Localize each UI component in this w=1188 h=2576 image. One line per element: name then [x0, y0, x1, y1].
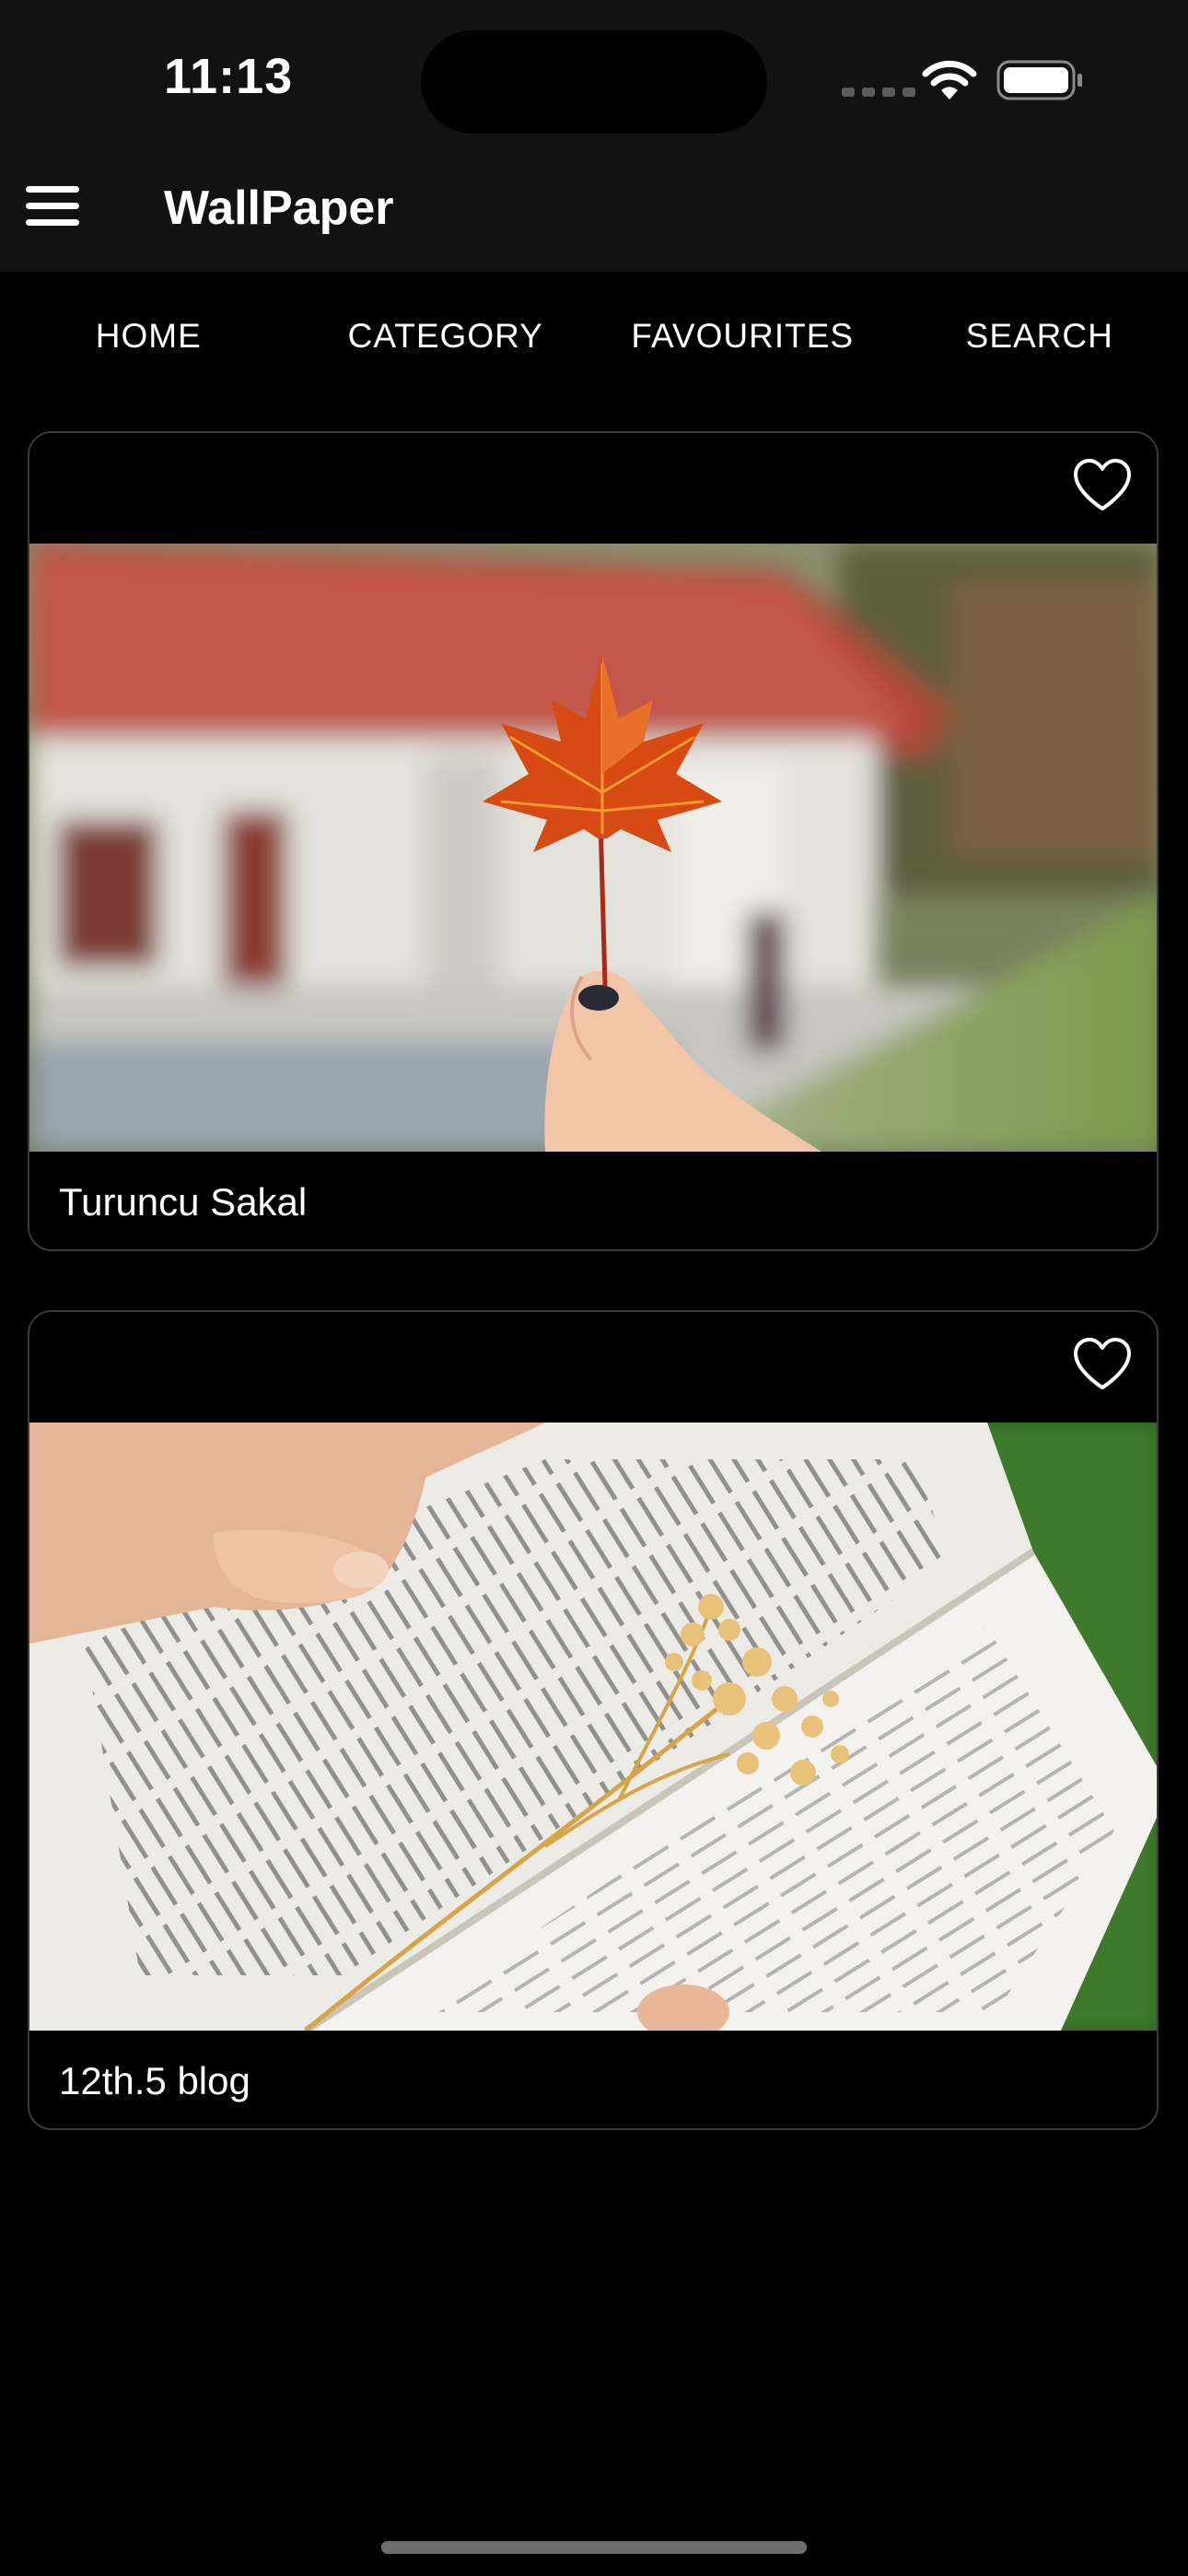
- wallpaper-title: 12th.5 blog: [59, 2059, 250, 2102]
- app-bar: WallPaper: [0, 152, 1188, 272]
- tab-category[interactable]: CATEGORY: [297, 272, 595, 401]
- tab-search[interactable]: SEARCH: [891, 272, 1188, 401]
- wallpaper-title: Turuncu Sakal: [59, 1180, 308, 1224]
- open-book-photo: [29, 1423, 1157, 2031]
- tab-home[interactable]: HOME: [0, 272, 297, 401]
- wallpaper-card[interactable]: 12th.5 blog: [28, 1310, 1159, 2130]
- tab-favourites[interactable]: FAVOURITES: [594, 272, 891, 401]
- cellular-signal-icon: [842, 88, 915, 97]
- dynamic-island: [421, 30, 767, 134]
- heart-outline-icon[interactable]: [1072, 457, 1133, 512]
- status-time: 11:13: [164, 49, 294, 104]
- wallpaper-image[interactable]: [29, 544, 1157, 1152]
- home-indicator[interactable]: [381, 2541, 807, 2554]
- wallpaper-card[interactable]: Turuncu Sakal: [28, 431, 1159, 1251]
- wallpaper-image[interactable]: [29, 1423, 1157, 2031]
- app-title: WallPaper: [164, 181, 394, 235]
- maple-leaf-photo: [29, 544, 1157, 1152]
- status-bar: 11:13: [0, 0, 1188, 152]
- wifi-icon: [922, 60, 977, 100]
- heart-outline-icon[interactable]: [1072, 1336, 1133, 1391]
- battery-icon: [996, 60, 1082, 100]
- hamburger-menu-icon[interactable]: [26, 182, 79, 230]
- tab-bar: HOME CATEGORY FAVOURITES SEARCH: [0, 272, 1188, 401]
